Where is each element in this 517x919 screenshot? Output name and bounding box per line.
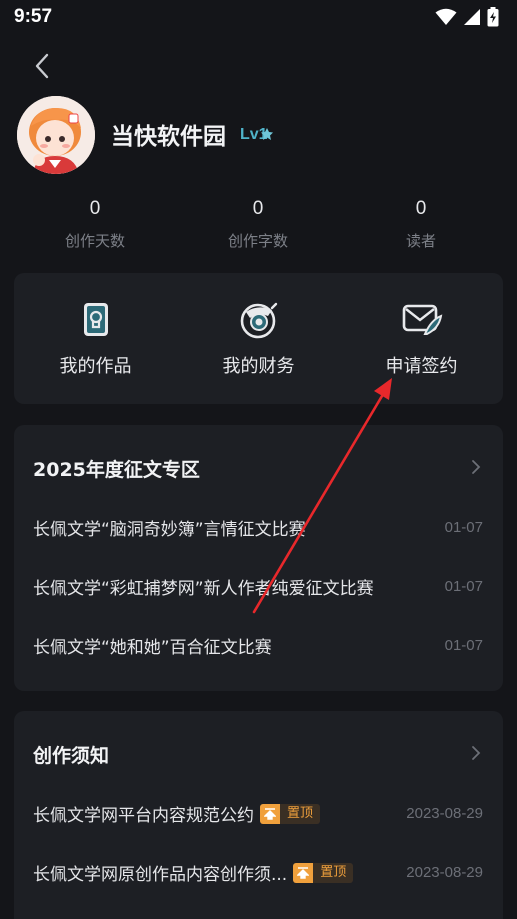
battery-icon bbox=[487, 7, 499, 27]
my-finance-button[interactable]: 我的财务 bbox=[177, 273, 340, 404]
contest-row-date: 01-07 bbox=[444, 637, 483, 654]
guide-row-title: 长佩文学网原创作品内容创作须... bbox=[33, 865, 288, 885]
status-bar: 9:57 bbox=[0, 0, 517, 34]
avatar[interactable] bbox=[17, 96, 95, 174]
guide-row[interactable]: 长佩文学网原创作品内容创作须... 置顶 2023-08-29 bbox=[33, 860, 483, 885]
status-time: 9:57 bbox=[14, 6, 53, 27]
stat-label: 创作天数 bbox=[64, 232, 125, 250]
stat-value: 0 bbox=[415, 198, 427, 219]
finance-icon bbox=[240, 302, 277, 339]
apply-contract-button[interactable]: 申请签约 bbox=[340, 273, 503, 404]
guide-section-title: 创作须知 bbox=[33, 745, 110, 767]
contest-row[interactable]: 长佩文学“彩虹捕梦网”新人作者纯爱征文比赛 01-07 bbox=[33, 574, 483, 599]
stat-label: 读者 bbox=[405, 232, 436, 250]
pinned-badge-label: 置顶 bbox=[313, 862, 354, 883]
stat-words: 0 创作字数 bbox=[208, 198, 308, 251]
guide-row-date: 2023-08-29 bbox=[406, 805, 483, 822]
stat-readers: 0 读者 bbox=[371, 198, 471, 251]
chevron-right-icon[interactable] bbox=[471, 459, 481, 475]
contract-icon bbox=[402, 304, 442, 335]
contest-row-title: 长佩文学“彩虹捕梦网”新人作者纯爱征文比赛 bbox=[33, 579, 374, 599]
contest-row-title: 长佩文学“她和她”百合征文比赛 bbox=[33, 638, 272, 658]
pin-top-icon bbox=[293, 862, 314, 883]
guide-row-title: 长佩文学网平台内容规范公约 bbox=[33, 806, 254, 826]
wifi-icon bbox=[435, 8, 457, 25]
guide-row-date: 2023-08-29 bbox=[406, 864, 483, 881]
contest-row-date: 01-07 bbox=[444, 578, 483, 595]
contest-card: 2025年度征文专区 长佩文学“脑洞奇妙簿”言情征文比赛 01-07 长佩文学“… bbox=[14, 425, 503, 691]
guide-row-main: 长佩文学网平台内容规范公约 置顶 bbox=[33, 801, 321, 826]
stat-value: 0 bbox=[89, 198, 101, 219]
signal-icon bbox=[464, 9, 480, 25]
contest-section-title: 2025年度征文专区 bbox=[33, 459, 200, 481]
pin-top-icon bbox=[260, 803, 280, 824]
pinned-badge: 置顶 bbox=[293, 862, 354, 883]
pinned-badge-label: 置顶 bbox=[280, 803, 321, 824]
stat-days: 0 创作天数 bbox=[45, 198, 145, 251]
tool-label: 我的财务 bbox=[222, 356, 295, 377]
back-button[interactable] bbox=[28, 50, 56, 82]
works-icon bbox=[83, 303, 108, 336]
guide-card: 创作须知 长佩文学网平台内容规范公约 置顶 2023-08-29 长佩文学网原创… bbox=[14, 711, 503, 919]
chevron-left-icon bbox=[35, 53, 49, 79]
contest-row[interactable]: 长佩文学“脑洞奇妙簿”言情征文比赛 01-07 bbox=[33, 515, 483, 540]
stat-value: 0 bbox=[252, 198, 264, 219]
level-badge: Lv1 bbox=[240, 122, 274, 148]
contest-row-date: 01-07 bbox=[444, 519, 483, 536]
guide-row-main: 长佩文学网原创作品内容创作须... 置顶 bbox=[33, 860, 354, 885]
contest-row[interactable]: 长佩文学“她和她”百合征文比赛 01-07 bbox=[33, 633, 483, 658]
avatar-illustration bbox=[17, 96, 95, 174]
pinned-badge: 置顶 bbox=[260, 803, 321, 824]
user-name: 当快软件园 bbox=[111, 123, 226, 149]
guide-row[interactable]: 长佩文学网平台内容规范公约 置顶 2023-08-29 bbox=[33, 801, 483, 826]
stat-label: 创作字数 bbox=[227, 232, 288, 250]
tool-label: 我的作品 bbox=[59, 356, 132, 377]
tool-label: 申请签约 bbox=[385, 356, 458, 377]
my-works-button[interactable]: 我的作品 bbox=[14, 273, 177, 404]
chevron-right-icon[interactable] bbox=[471, 745, 481, 761]
status-icons bbox=[435, 7, 499, 27]
contest-row-title: 长佩文学“脑洞奇妙簿”言情征文比赛 bbox=[33, 520, 306, 540]
tools-card: 我的作品 我的财务 申请签约 bbox=[14, 273, 503, 404]
